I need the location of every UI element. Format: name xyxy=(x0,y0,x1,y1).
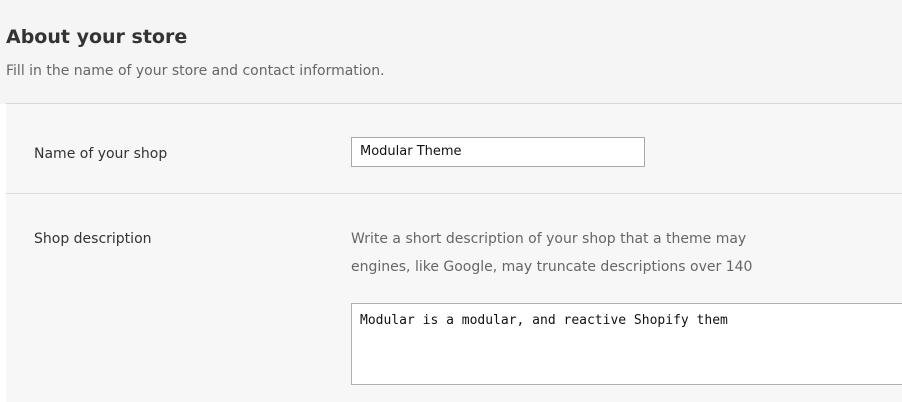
shop-description-label: Shop description xyxy=(34,231,152,247)
row-divider xyxy=(6,193,902,194)
shop-description-help-line: engines, like Google, may truncate descr… xyxy=(351,259,753,275)
shop-name-input[interactable]: Modular Theme xyxy=(351,137,645,167)
section-subtitle: Fill in the name of your store and conta… xyxy=(6,63,385,79)
section-header: About your store Fill in the name of you… xyxy=(0,0,902,104)
shop-description-help-line: Write a short description of your shop t… xyxy=(351,231,747,247)
shop-description-textarea[interactable]: Modular is a modular, and reactive Shopi… xyxy=(351,303,902,385)
section-title: About your store xyxy=(6,26,188,48)
store-details-panel: Name of your shop Modular Theme Shop des… xyxy=(6,104,902,402)
shop-description-help: Write a short description of your shop t… xyxy=(351,225,902,281)
shop-name-label: Name of your shop xyxy=(34,146,168,162)
